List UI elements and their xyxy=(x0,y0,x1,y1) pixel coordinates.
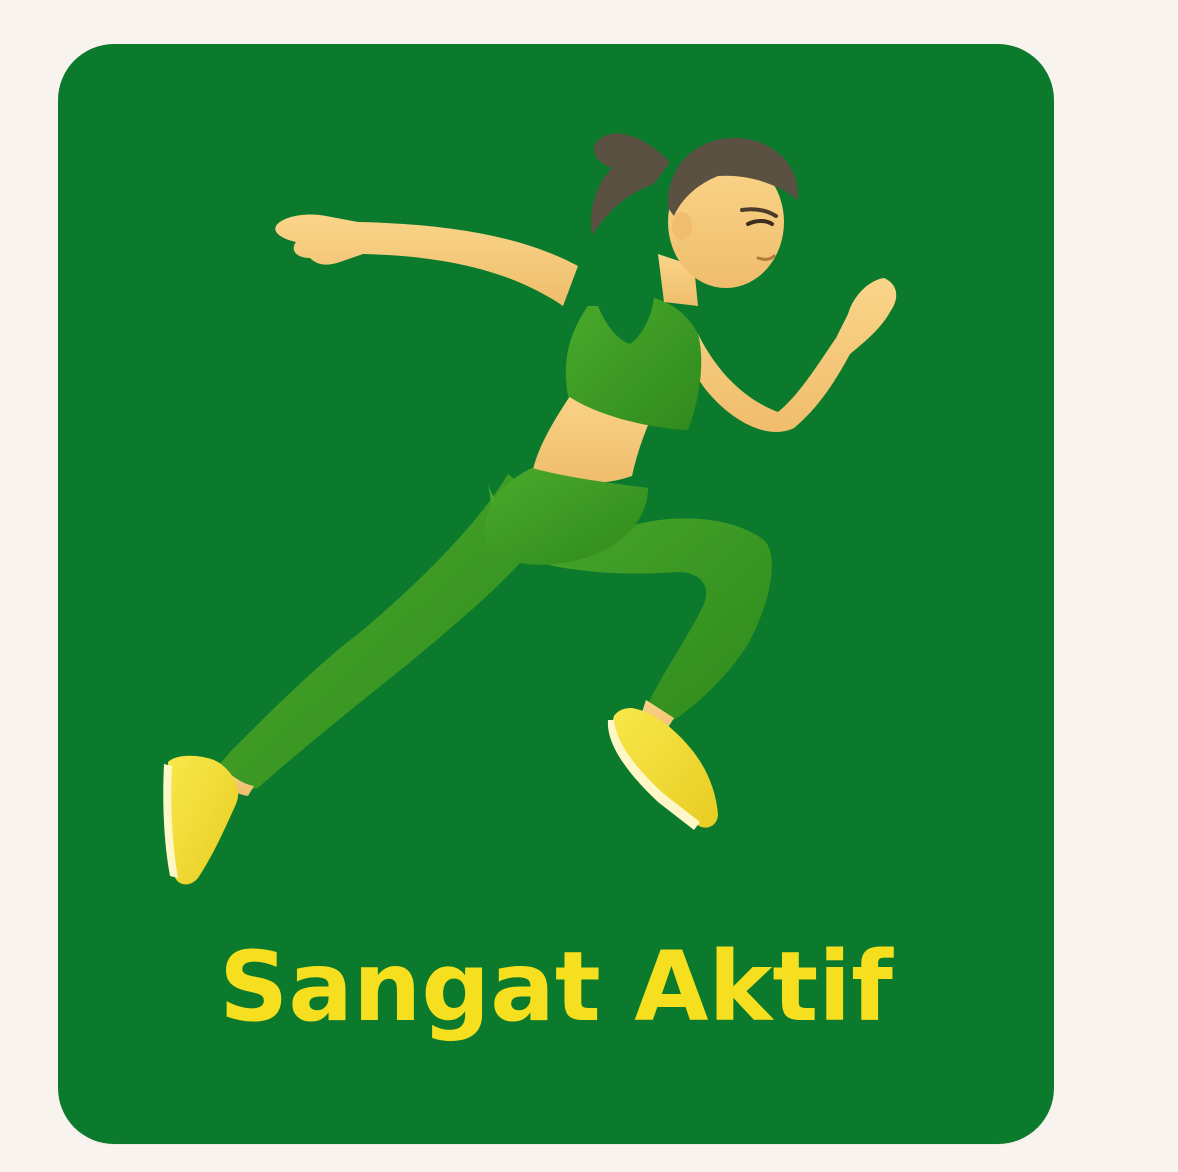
back-arm xyxy=(275,214,578,306)
head xyxy=(590,133,799,288)
back-shoe xyxy=(163,755,239,885)
activity-level-label: Sangat Aktif xyxy=(219,931,893,1043)
front-arm xyxy=(688,278,897,432)
activity-level-card[interactable]: Sangat Aktif xyxy=(58,44,1054,1144)
front-shoe xyxy=(607,708,718,830)
